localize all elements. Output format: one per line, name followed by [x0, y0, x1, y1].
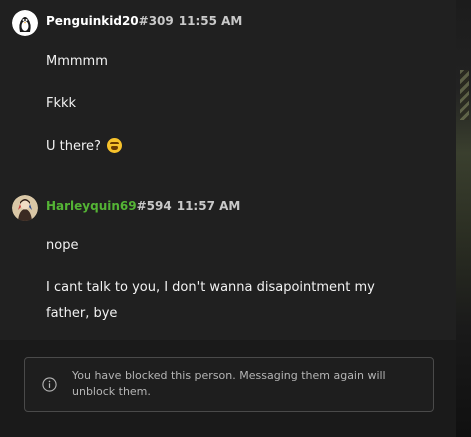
background-game-art: [456, 0, 471, 437]
tired-face-emoji-icon: [106, 138, 122, 153]
message-header: Penguinkid20#309 11:55 AM: [46, 14, 242, 28]
message-text: Mmmmm: [46, 54, 108, 69]
username[interactable]: Penguinkid20: [46, 14, 139, 28]
message-text: I cant talk to you, I don't wanna disapo…: [46, 280, 375, 321]
timestamp: 11:55 AM: [178, 14, 243, 28]
blocked-notice: You have blocked this person. Messaging …: [24, 357, 434, 412]
message-text: nope: [46, 238, 79, 253]
message-text: Fkkk: [46, 96, 77, 111]
username[interactable]: Harleyquin69: [46, 199, 137, 213]
timestamp: 11:57 AM: [176, 199, 241, 213]
user-tag: #594: [136, 199, 172, 213]
message-header: Harleyquin69#594 11:57 AM: [46, 199, 240, 213]
harley-quinn-avatar-icon[interactable]: [12, 195, 38, 221]
message-text-content: U there?: [46, 139, 101, 154]
penguin-avatar-icon[interactable]: [12, 10, 38, 36]
info-icon: [42, 377, 57, 392]
message-text: U there?: [46, 138, 122, 154]
blocked-notice-text: You have blocked this person. Messaging …: [72, 369, 386, 398]
user-tag: #309: [138, 14, 174, 28]
